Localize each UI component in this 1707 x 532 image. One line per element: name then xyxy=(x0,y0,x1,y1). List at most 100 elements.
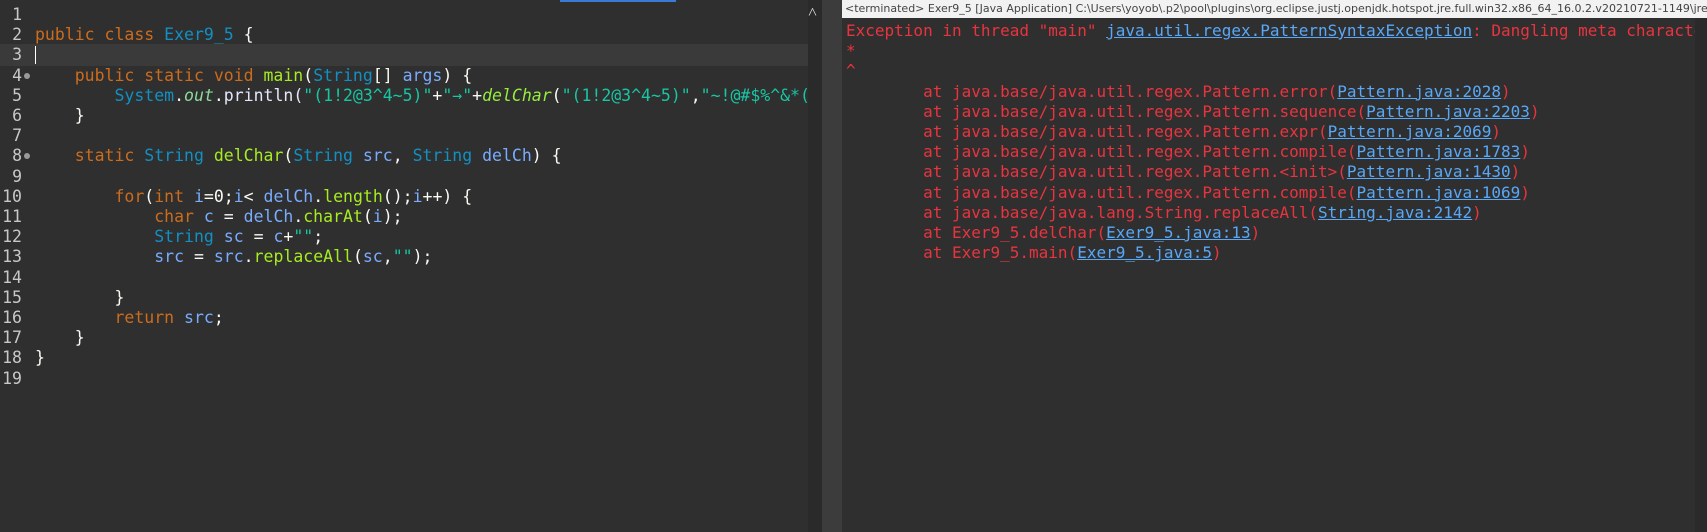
code-line[interactable]: 19 xyxy=(0,368,808,390)
code-editor[interactable]: 1 2 public class Exer9_5 {3 4 public static… xyxy=(0,0,810,532)
line-number: 2 xyxy=(12,25,22,45)
console-line: at java.base/java.util.regex.Pattern.<in… xyxy=(846,161,1520,183)
code-token: ); xyxy=(382,207,403,226)
code-token: src xyxy=(362,146,393,166)
stacktrace-link[interactable]: String.java:2142 xyxy=(1318,203,1472,222)
line-number: 14 xyxy=(2,267,22,287)
code-token: delChar xyxy=(213,146,284,166)
code-token: i xyxy=(372,207,383,226)
console-line: at java.base/java.util.regex.Pattern.err… xyxy=(846,81,1511,103)
console-scrollbar[interactable] xyxy=(1695,18,1707,532)
code-text: public static void main(String[] args) { xyxy=(35,65,472,87)
code-token: , xyxy=(690,85,701,105)
pane-divider[interactable] xyxy=(822,0,842,532)
console-text: at Exer9_5.main( xyxy=(846,243,1078,263)
console-text: * xyxy=(846,41,856,61)
code-text: char c = delCh.charAt(i); xyxy=(35,206,403,228)
console-text: ^ xyxy=(846,61,856,81)
code-token: main xyxy=(263,65,304,85)
code-token: = xyxy=(213,207,244,226)
code-line[interactable]: 4 public static void main(String[] args)… xyxy=(0,65,808,87)
code-line[interactable]: 17 } xyxy=(0,327,808,349)
code-token: + xyxy=(432,85,443,105)
console-line: at java.base/java.util.regex.Pattern.com… xyxy=(846,141,1530,163)
code-line[interactable]: 11 char c = delCh.charAt(i); xyxy=(0,206,808,228)
code-line[interactable]: 1 xyxy=(0,4,808,26)
code-token: { xyxy=(233,25,254,45)
stacktrace-link[interactable]: Pattern.java:1783 xyxy=(1357,142,1521,161)
code-token: ( xyxy=(144,186,155,206)
code-line[interactable]: 14 xyxy=(0,267,808,289)
code-token: } xyxy=(35,106,85,125)
stacktrace-link[interactable]: java.util.regex.PatternSyntaxException xyxy=(1106,21,1472,40)
line-number: 6 xyxy=(12,106,22,125)
line-number: 9 xyxy=(12,166,22,186)
chevron-up-icon[interactable]: ˄ xyxy=(808,4,817,20)
code-token: args xyxy=(402,65,443,85)
code-token: ; xyxy=(313,227,324,247)
code-text: src = src.replaceAll(sc,""); xyxy=(35,246,432,268)
stacktrace-link[interactable]: Pattern.java:2069 xyxy=(1328,122,1492,141)
code-text: } xyxy=(35,327,85,349)
code-token: String xyxy=(144,146,214,166)
code-token: int xyxy=(154,186,194,206)
console-line: at java.base/java.lang.String.replaceAll… xyxy=(846,202,1482,224)
console-text: Exception in thread "main" xyxy=(846,21,1107,40)
code-line[interactable]: 18} xyxy=(0,347,808,369)
code-line[interactable]: 15 } xyxy=(0,287,808,309)
stacktrace-link[interactable]: Pattern.java:1069 xyxy=(1357,183,1521,202)
line-number: 11 xyxy=(2,207,22,226)
code-line[interactable]: 7 xyxy=(0,125,808,147)
editor-scrollbar[interactable]: ˄ xyxy=(808,0,822,532)
code-line[interactable]: 16 return src; xyxy=(0,307,808,329)
code-text: } xyxy=(35,347,45,369)
code-token: c xyxy=(203,207,214,226)
code-line[interactable]: 9 xyxy=(0,166,808,188)
code-token: delCh xyxy=(243,207,294,226)
code-token: out xyxy=(184,85,214,105)
code-line[interactable]: 5 System.out.println("(1!2@3^4~5)"+"→"+d… xyxy=(0,85,810,107)
code-token: =0; xyxy=(203,186,234,206)
code-line[interactable]: 10 for(int i=0;i< delCh.length();i++) { xyxy=(0,186,808,208)
code-token: src xyxy=(213,247,244,267)
console-view[interactable]: <terminated> Exer9_5 [Java Application] … xyxy=(842,0,1707,532)
code-token: ) { xyxy=(531,146,562,166)
code-line[interactable]: 3 xyxy=(0,44,808,67)
console-line: at java.base/java.util.regex.Pattern.seq… xyxy=(846,101,1540,123)
line-number: 16 xyxy=(2,308,22,327)
fold-marker-icon[interactable] xyxy=(24,72,30,79)
code-token: sc xyxy=(223,227,244,247)
console-line: ^ xyxy=(846,60,856,82)
code-line[interactable]: 13 src = src.replaceAll(sc,""); xyxy=(0,246,808,268)
stacktrace-link[interactable]: Pattern.java:2028 xyxy=(1337,82,1501,101)
code-token: . xyxy=(243,247,254,267)
stacktrace-link[interactable]: Pattern.java:2203 xyxy=(1366,102,1530,121)
console-text: ) xyxy=(1520,182,1530,202)
stacktrace-link[interactable]: Exer9_5.java:13 xyxy=(1106,223,1251,242)
code-line[interactable]: 2 public class Exer9_5 { xyxy=(0,24,808,46)
code-text: for(int i=0;i< delCh.length();i++) { xyxy=(35,186,472,208)
code-token: i xyxy=(412,186,423,206)
code-token: } xyxy=(35,328,85,348)
stacktrace-link[interactable]: Exer9_5.java:5 xyxy=(1077,243,1212,262)
stacktrace-link[interactable]: Pattern.java:1430 xyxy=(1347,162,1511,181)
code-token: . xyxy=(213,85,224,105)
line-number: 5 xyxy=(12,85,22,105)
code-line[interactable]: 8 static String delChar(String src, Stri… xyxy=(0,145,808,167)
code-text: System.out.println("(1!2@3^4~5)"+"→"+del… xyxy=(35,85,810,107)
code-line[interactable]: 6 } xyxy=(0,105,808,127)
code-token: "(1!2@3^4~5)" xyxy=(303,85,433,105)
fold-marker-icon[interactable] xyxy=(24,153,30,160)
code-line[interactable]: 12 String sc = c+""; xyxy=(0,226,808,248)
line-number: 7 xyxy=(12,126,22,146)
code-token: ( xyxy=(362,207,373,226)
line-number: 8 xyxy=(12,146,22,166)
code-token: Exer9_5 xyxy=(164,25,234,45)
code-token: sc xyxy=(362,247,383,267)
line-number: 15 xyxy=(2,287,22,307)
code-token: (); xyxy=(382,186,413,206)
